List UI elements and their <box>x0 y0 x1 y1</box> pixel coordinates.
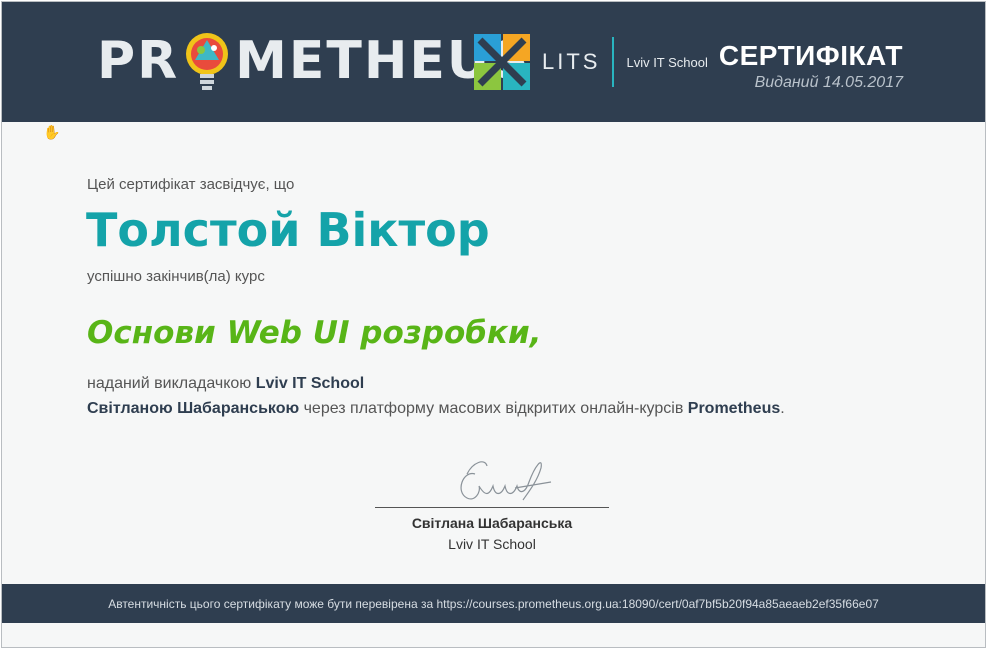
hand-cursor-icon: ✋ <box>43 124 61 140</box>
certificate-title: СЕРТИФІКАТ <box>718 40 903 71</box>
certificate-title-block: СЕРТИФІКАТ Виданий 14.05.2017 <box>719 40 903 92</box>
issued-date: Виданий 14.05.2017 <box>754 74 903 91</box>
certifies-text: Цей сертифікат засвідчує, що <box>87 176 295 193</box>
via-text: через платформу масових відкритих онлайн… <box>299 400 688 417</box>
lits-school-name: Lviv IT School <box>626 54 708 70</box>
platform-name: Prometheus <box>687 400 781 417</box>
verification-footer: Автентичність цього сертифікату може бут… <box>2 584 985 623</box>
verification-text: Автентичність цього сертифікату може бут… <box>108 596 879 611</box>
signature-line <box>375 507 609 508</box>
certificate: PR METHEUS LITS Lviv IT School СЕРТИФІКА… <box>1 1 986 648</box>
instructor-name: Світланою Шабаранською <box>87 400 300 417</box>
institution-name: Lviv IT School <box>255 375 365 392</box>
prometheus-logo: PR METHEUS <box>97 30 531 92</box>
lits-divider <box>612 37 615 87</box>
period: . <box>780 400 785 417</box>
given-by-line: наданий викладачкою Lviv IT School <box>87 375 364 393</box>
given-prefix: наданий викладачкою <box>87 375 256 392</box>
lightbulb-logo-icon <box>186 33 229 90</box>
instructor-line: Світланою Шабаранською через платформу м… <box>87 400 785 418</box>
certificate-header: PR METHEUS LITS Lviv IT School СЕРТИФІКА… <box>2 2 985 122</box>
handwritten-signature <box>460 461 552 501</box>
brand-left-text: PR <box>97 31 180 91</box>
completed-text: успішно закінчив(ла) курс <box>87 268 265 285</box>
lits-logo: LITS Lviv IT School <box>474 34 708 90</box>
course-title: Основи Web UI розробки, <box>87 315 542 351</box>
signatory-org: Lviv IT School <box>448 536 536 552</box>
recipient-name: Толстой Віктор <box>86 203 490 257</box>
signatory-name: Світлана Шабаранська <box>411 515 573 531</box>
lits-logo-icon <box>474 34 530 90</box>
lits-name: LITS <box>542 49 601 74</box>
